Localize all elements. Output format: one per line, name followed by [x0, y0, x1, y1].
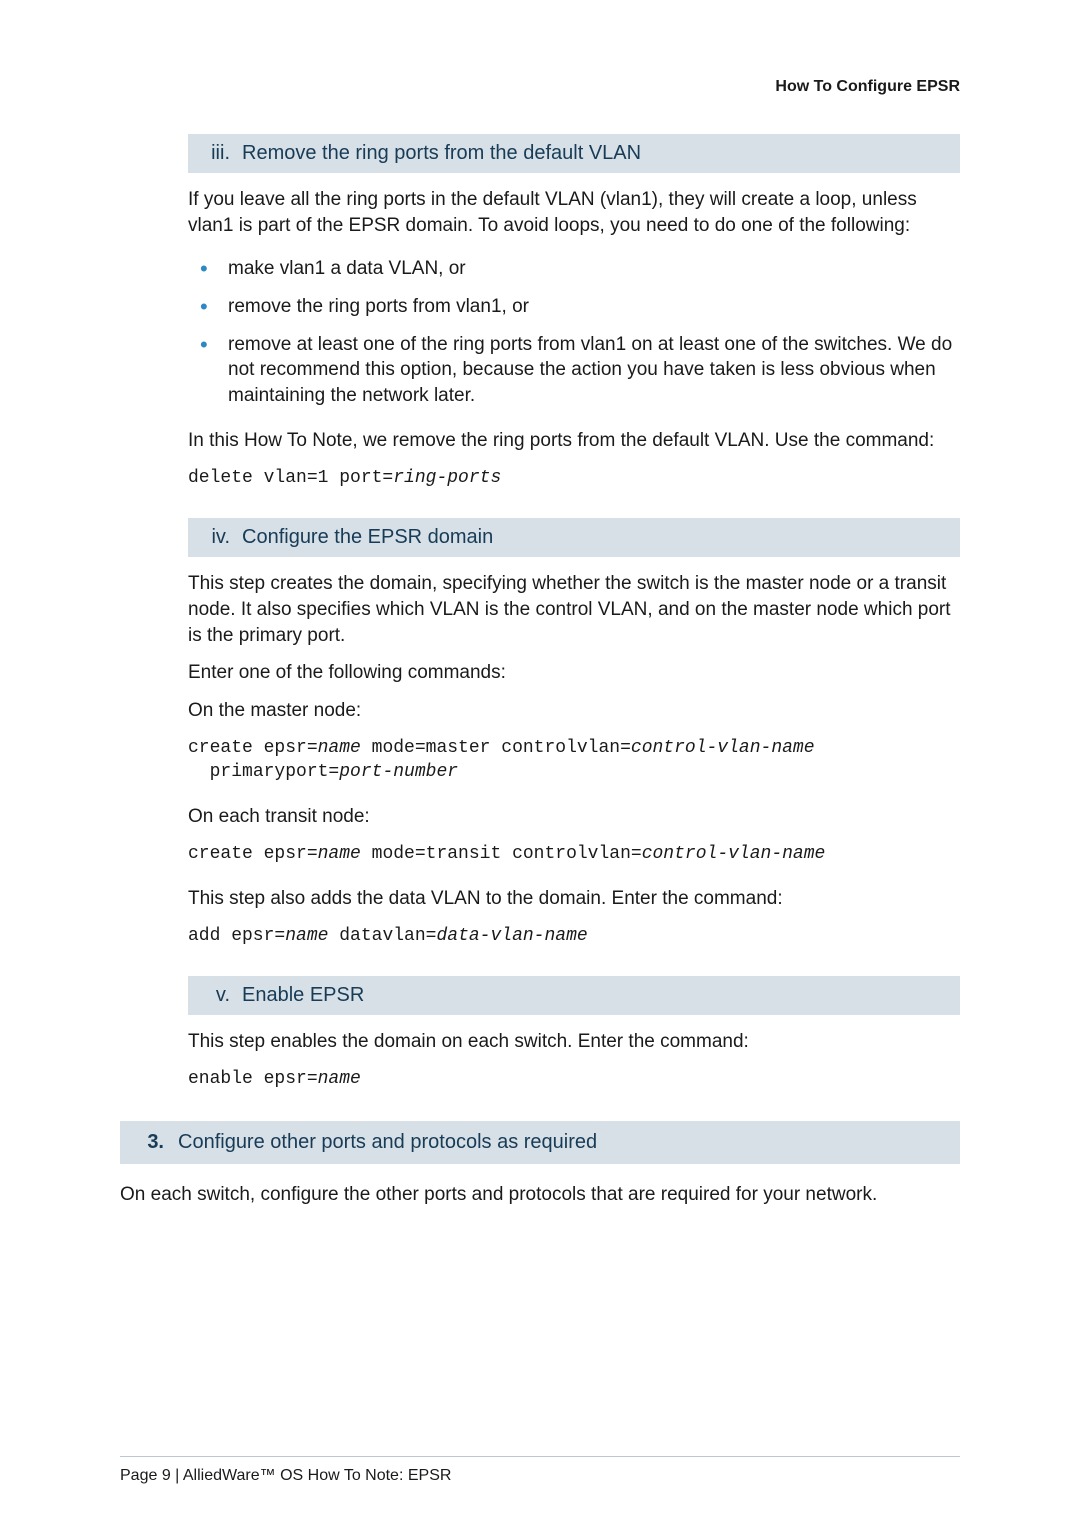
section-3-label: Configure other ports and protocols as r… — [178, 1131, 597, 1154]
code-text: datavlan= — [328, 926, 436, 946]
code-arg: data-vlan-name — [436, 926, 587, 946]
step-v-intro: This step enables the domain on each swi… — [188, 1029, 960, 1055]
step-iv-transit-code: create epsr=name mode=transit controlvla… — [188, 842, 960, 866]
step-v-num: v. — [202, 984, 230, 1007]
code-arg: ring-ports — [393, 468, 501, 488]
step-iv-add-code: add epsr=name datavlan=data-vlan-name — [188, 924, 960, 948]
code-text: mode=transit controlvlan= — [361, 844, 642, 864]
step-v-code: enable epsr=name — [188, 1067, 960, 1091]
code-arg: port-number — [339, 762, 458, 782]
code-text — [188, 762, 199, 782]
section-3-body: On each switch, configure the other port… — [120, 1182, 960, 1208]
step-iv-adds: This step also adds the data VLAN to the… — [188, 886, 960, 912]
code-text: create epsr= — [188, 844, 318, 864]
code-arg: name — [285, 926, 328, 946]
step-iii-num: iii. — [202, 142, 230, 165]
code-text: primaryport= — [199, 762, 339, 782]
step-iii-title: iii. Remove the ring ports from the defa… — [188, 134, 960, 173]
step-iii-bullets: make vlan1 a data VLAN, or remove the ri… — [188, 250, 960, 414]
step-iv-num: iv. — [202, 526, 230, 549]
step-iv-transit-label: On each transit node: — [188, 804, 960, 830]
step-iv-master-label: On the master node: — [188, 698, 960, 724]
step-iii-label: Remove the ring ports from the default V… — [242, 142, 641, 165]
section-3-title: 3. Configure other ports and protocols a… — [120, 1121, 960, 1164]
step-iii-note: In this How To Note, we remove the ring … — [188, 428, 960, 454]
step-v-label: Enable EPSR — [242, 984, 364, 1007]
code-arg: control-vlan-name — [642, 844, 826, 864]
footer-text: Page 9 | AlliedWare™ OS How To Note: EPS… — [120, 1467, 451, 1485]
code-arg: control-vlan-name — [631, 738, 815, 758]
step-iv-intro: This step creates the domain, specifying… — [188, 571, 960, 648]
code-text: create epsr= — [188, 738, 318, 758]
step-iii-code: delete vlan=1 port=ring-ports — [188, 466, 960, 490]
step-v-title: v. Enable EPSR — [188, 976, 960, 1015]
step-iv-enter: Enter one of the following commands: — [188, 660, 960, 686]
code-text: delete vlan=1 port= — [188, 468, 393, 488]
list-item: remove at least one of the ring ports fr… — [188, 326, 960, 415]
code-text: mode=master controlvlan= — [361, 738, 631, 758]
code-text: enable epsr= — [188, 1069, 318, 1089]
list-item: make vlan1 a data VLAN, or — [188, 250, 960, 288]
list-item: remove the ring ports from vlan1, or — [188, 288, 960, 326]
step-iii-intro: If you leave all the ring ports in the d… — [188, 187, 960, 238]
footer-rule — [120, 1456, 960, 1457]
step-iv-master-code: create epsr=name mode=master controlvlan… — [188, 736, 960, 785]
code-arg: name — [318, 1069, 361, 1089]
code-arg: name — [318, 844, 361, 864]
section-3-num: 3. — [136, 1131, 164, 1154]
step-iv-label: Configure the EPSR domain — [242, 526, 493, 549]
page-header-right: How To Configure EPSR — [120, 78, 960, 96]
code-text: add epsr= — [188, 926, 285, 946]
step-iv-title: iv. Configure the EPSR domain — [188, 518, 960, 557]
code-arg: name — [318, 738, 361, 758]
